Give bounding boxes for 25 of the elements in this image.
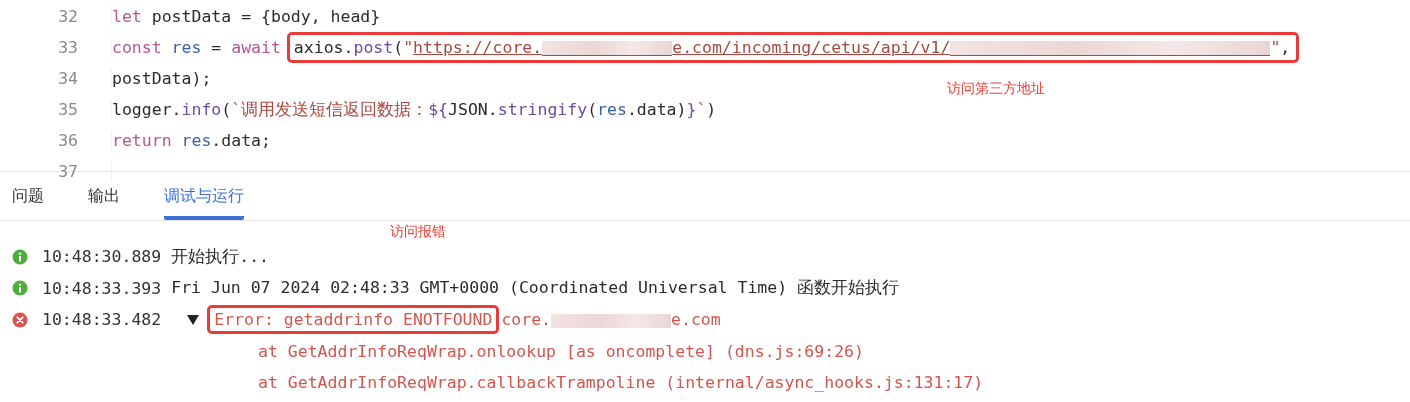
code-text: let postData = {body, head} (112, 7, 381, 26)
code-text: logger.info(`调用发送短信返回数据：${JSON.stringify(res.data)}`) (112, 98, 717, 121)
code-text: return res.data; (112, 131, 271, 150)
code-text: const res = await (112, 38, 282, 57)
timestamp: 10:48:33.482 (42, 310, 162, 330)
log-text: 开始执行... (171, 245, 270, 268)
line-number: 34 (0, 69, 112, 88)
annotation-text: 访问报错 (390, 223, 446, 241)
stack-trace-line: at GetAddrInfoReqWrap.callbackTrampoline (internal/async_hooks.js:131:17) (258, 373, 984, 393)
code-text: axios.post("https://core. e.com/incoming/cetus/api/v1/ ", (293, 38, 1291, 57)
panel-tab[interactable]: 调试与运行 (164, 172, 244, 220)
caret-icon[interactable] (187, 314, 200, 325)
stack-trace-line: at GetAddrInfoReqWrap.onlookup [as oncomplete] (dns.js:69:26) (258, 341, 864, 361)
line-number: 35 (0, 100, 112, 119)
line-number: 36 (0, 131, 112, 150)
line-number: 32 (0, 7, 112, 26)
line-number: 37 (0, 162, 112, 181)
line-number: 33 (0, 38, 112, 57)
timestamp: 10:48:33.393 (42, 278, 162, 298)
log-text: core. e.com (501, 310, 721, 330)
log-text: Fri Jun 07 2024 02:48:33 GMT+0000 (Coordinated Universal Time) 函数开始执行 (171, 277, 900, 300)
annotation-text: 访问第三方地址 (947, 80, 1045, 98)
code-text: postData); (112, 69, 212, 88)
timestamp: 10:48:30.889 (42, 247, 162, 267)
log-text: Error: getaddrinfo ENOTFOUND (214, 310, 493, 330)
